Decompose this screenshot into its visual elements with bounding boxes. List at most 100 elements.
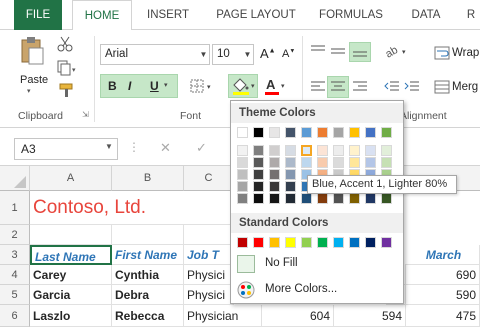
standard-color-swatch[interactable] (333, 237, 344, 248)
theme-shade-swatch[interactable] (269, 193, 280, 204)
theme-shade-swatch[interactable] (381, 145, 392, 156)
cut-icon[interactable] (56, 36, 74, 52)
theme-shade-swatch[interactable] (349, 157, 360, 168)
italic-button[interactable]: I (128, 79, 131, 93)
tab-page-layout[interactable]: PAGE LAYOUT (207, 0, 305, 30)
format-painter-icon[interactable] (58, 82, 76, 98)
decrease-indent-icon[interactable] (384, 80, 400, 94)
underline-dropdown-icon[interactable]: ▾ (164, 81, 168, 89)
theme-shade-swatch[interactable] (365, 145, 376, 156)
cell-b5[interactable]: Debra (112, 285, 184, 305)
theme-color-swatch[interactable] (333, 127, 344, 138)
theme-shade-swatch[interactable] (237, 157, 248, 168)
theme-color-swatch[interactable] (317, 127, 328, 138)
theme-color-swatch[interactable] (269, 127, 280, 138)
align-center-icon[interactable] (330, 80, 346, 94)
cell-march-header[interactable]: March (405, 245, 480, 265)
theme-shade-swatch[interactable] (301, 145, 312, 156)
theme-shade-swatch[interactable] (285, 157, 296, 168)
row-header-5[interactable]: 5 (0, 285, 30, 305)
more-colors-item[interactable]: More Colors... (233, 279, 401, 301)
font-color-button[interactable]: A ▾ (264, 76, 290, 96)
theme-shade-swatch[interactable] (333, 145, 344, 156)
theme-shade-swatch[interactable] (237, 145, 248, 156)
cell-feb-6[interactable]: 594 (334, 305, 406, 327)
theme-shade-swatch[interactable] (253, 145, 264, 156)
wrap-text-icon[interactable] (434, 46, 450, 60)
copy-icon[interactable]: ▾ (56, 60, 78, 76)
theme-shade-swatch[interactable] (237, 193, 248, 204)
paste-dropdown-icon[interactable]: ▾ (27, 87, 31, 95)
cell-c6[interactable]: Physician (184, 305, 262, 327)
cell-c2[interactable] (184, 225, 234, 245)
cell-c3[interactable]: Job T (184, 245, 234, 265)
tab-home[interactable]: HOME (72, 0, 132, 31)
theme-shade-swatch[interactable] (253, 169, 264, 180)
tab-review[interactable]: R (462, 0, 480, 30)
theme-shade-swatch[interactable] (317, 145, 328, 156)
borders-icon[interactable]: ▾ (190, 78, 216, 94)
standard-color-swatch[interactable] (349, 237, 360, 248)
theme-shade-swatch[interactable] (253, 193, 264, 204)
theme-shade-swatch[interactable] (317, 193, 328, 204)
column-header-c[interactable]: C (184, 166, 234, 191)
grow-font-button[interactable]: A▲ (260, 46, 276, 61)
cell-b2[interactable] (112, 225, 184, 245)
cell-c5[interactable]: Physici (184, 285, 234, 305)
standard-color-swatch[interactable] (285, 237, 296, 248)
clipboard-launcher-icon[interactable]: ⇲ (82, 110, 89, 119)
theme-shade-swatch[interactable] (301, 157, 312, 168)
align-bottom-icon[interactable] (352, 44, 368, 58)
underline-button[interactable]: U (150, 79, 159, 93)
theme-shade-swatch[interactable] (349, 193, 360, 204)
standard-color-swatch[interactable] (381, 237, 392, 248)
theme-shade-swatch[interactable] (365, 157, 376, 168)
row-header-3[interactable]: 3 (0, 245, 30, 265)
theme-shade-swatch[interactable] (253, 157, 264, 168)
theme-color-swatch[interactable] (381, 127, 392, 138)
chevron-down-icon[interactable]: ▼ (105, 142, 113, 151)
cell-jan-6[interactable]: 604 (262, 305, 334, 327)
cell-a4[interactable]: Carey (30, 265, 112, 285)
cell-a2[interactable] (30, 225, 112, 245)
theme-shade-swatch[interactable] (333, 157, 344, 168)
standard-color-swatch[interactable] (253, 237, 264, 248)
shrink-font-button[interactable]: A▼ (282, 48, 295, 60)
theme-shade-swatch[interactable] (269, 145, 280, 156)
row-header-4[interactable]: 4 (0, 265, 30, 285)
tab-data[interactable]: DATA (400, 0, 452, 30)
row-header-2[interactable]: 2 (0, 225, 30, 245)
theme-shade-swatch[interactable] (285, 193, 296, 204)
theme-color-swatch[interactable] (365, 127, 376, 138)
row-header-1[interactable]: 1 (0, 191, 30, 225)
merge-center-icon[interactable] (434, 80, 450, 94)
sheet-title[interactable]: Contoso, Ltd. (30, 191, 234, 225)
cell-b6[interactable]: Rebecca (112, 305, 184, 327)
theme-shade-swatch[interactable] (333, 193, 344, 204)
name-box[interactable]: A3 ▼ (14, 138, 118, 160)
theme-shade-swatch[interactable] (349, 145, 360, 156)
standard-color-swatch[interactable] (237, 237, 248, 248)
cell-a6[interactable]: Laszlo (30, 305, 112, 327)
no-fill-item[interactable]: No Fill (233, 253, 401, 275)
font-name-combo[interactable]: Arial ▼ (100, 44, 210, 65)
cell-b3[interactable]: First Name (112, 245, 184, 265)
tab-file[interactable]: FILE (14, 0, 62, 30)
align-middle-icon[interactable] (330, 44, 346, 58)
theme-shade-swatch[interactable] (381, 193, 392, 204)
cell-b4[interactable]: Cynthia (112, 265, 184, 285)
align-left-icon[interactable] (310, 80, 326, 94)
bold-button[interactable]: B (108, 79, 117, 93)
theme-shade-swatch[interactable] (269, 181, 280, 192)
theme-color-swatch[interactable] (285, 127, 296, 138)
paste-button[interactable]: Paste (20, 74, 48, 86)
theme-shade-swatch[interactable] (317, 157, 328, 168)
chevron-down-icon[interactable]: ▼ (241, 45, 253, 64)
cell-march-5[interactable]: 590 (406, 285, 480, 305)
increase-indent-icon[interactable] (404, 80, 420, 94)
theme-color-swatch[interactable] (301, 127, 312, 138)
cell-march-6[interactable]: 475 (406, 305, 480, 327)
orientation-icon[interactable]: ab ▾ (383, 42, 410, 61)
theme-shade-swatch[interactable] (269, 169, 280, 180)
tab-formulas[interactable]: FORMULAS (313, 0, 389, 30)
